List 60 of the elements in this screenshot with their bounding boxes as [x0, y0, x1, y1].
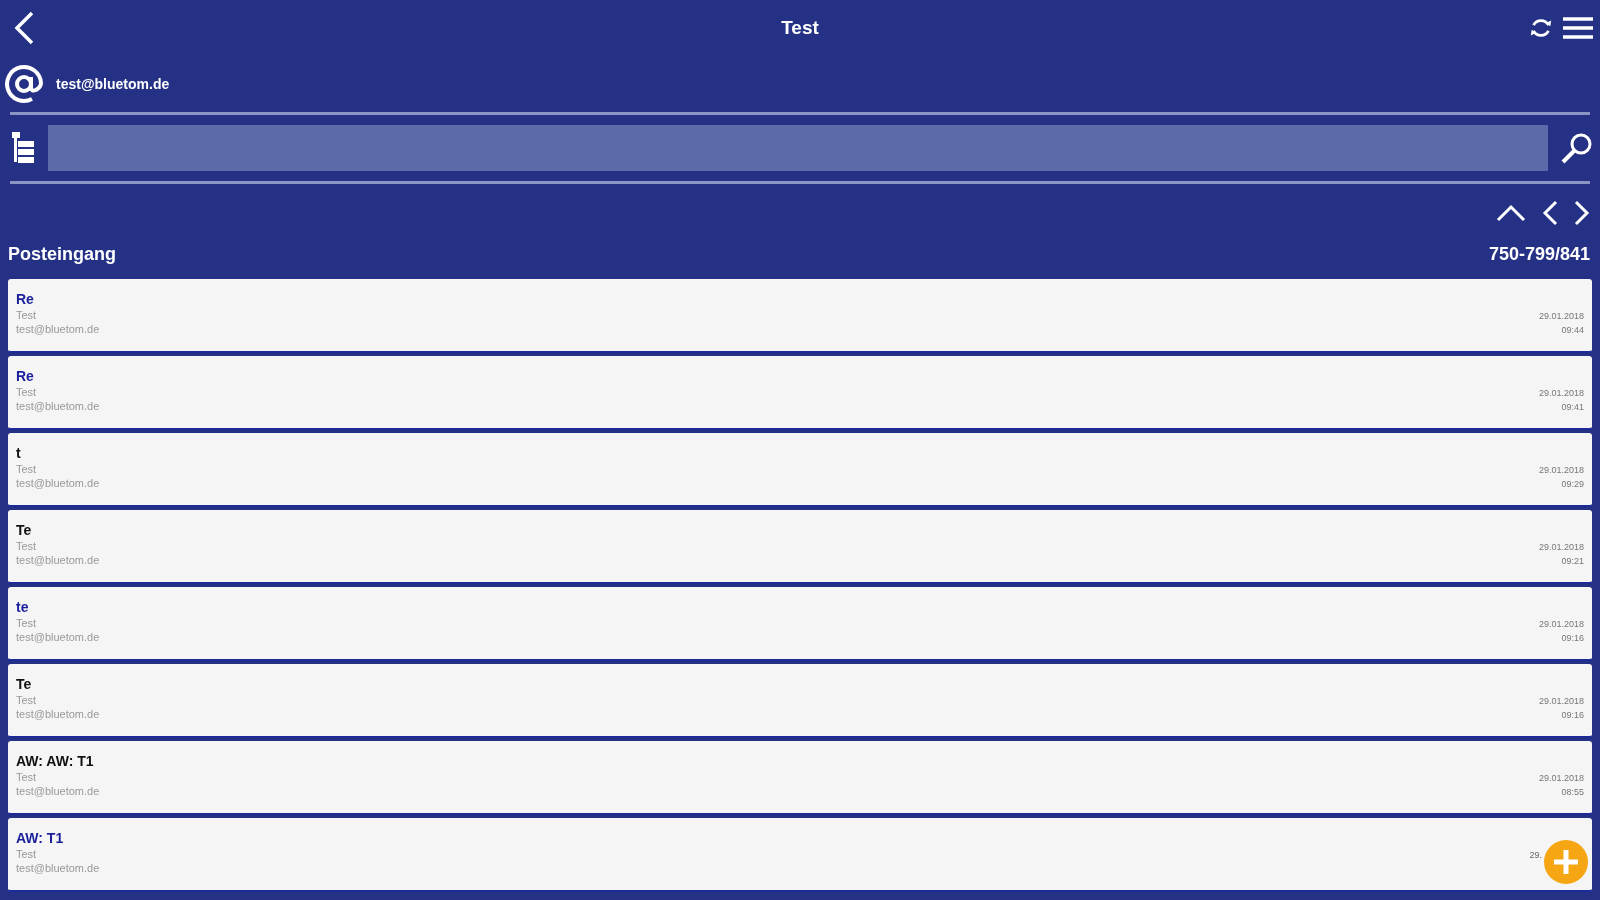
message-row[interactable]: t Test test@bluetom.de 29.01.2018 09:29: [8, 433, 1592, 507]
chevron-up-icon[interactable]: [1496, 204, 1526, 222]
message-time: 09:16: [1561, 710, 1584, 720]
message-email: test@bluetom.de: [16, 708, 100, 720]
message-date: 29.01.2018: [1538, 542, 1584, 552]
message-date: 29.01.2018: [1538, 619, 1584, 629]
at-sign-icon: [4, 64, 44, 104]
search-field[interactable]: [48, 125, 1548, 171]
message-time: 09:21: [1561, 556, 1584, 566]
message-time: 08:55: [1561, 787, 1584, 797]
message-email: test@bluetom.de: [16, 862, 100, 874]
message-date: 29.: [1529, 850, 1542, 860]
message-time: 09:16: [1561, 633, 1584, 643]
chevron-right-icon[interactable]: [1574, 200, 1590, 226]
message-sender: Test: [16, 694, 38, 706]
message-subject: Re: [16, 291, 35, 307]
message-sender: Test: [16, 540, 38, 552]
chevron-left-icon[interactable]: [1542, 200, 1558, 226]
message-range: 750-799/841: [1488, 244, 1590, 265]
message-subject: AW: T1: [16, 830, 65, 846]
screen-title: Test: [781, 17, 819, 39]
message-row[interactable]: Te Test test@bluetom.de 29.01.2018 09:21: [8, 510, 1592, 584]
message-subject: t: [16, 445, 22, 461]
message-email: test@bluetom.de: [16, 554, 100, 566]
message-sender: Test: [16, 386, 38, 398]
message-sender: Test: [16, 771, 38, 783]
message-row[interactable]: te Test test@bluetom.de 29.01.2018 09:16: [8, 587, 1592, 661]
message-row[interactable]: AW: AW: T1 Test test@bluetom.de 29.01.2018 08:55: [8, 741, 1592, 815]
message-time: 09:41: [1561, 402, 1584, 412]
message-email: test@bluetom.de: [16, 631, 100, 643]
back-icon[interactable]: [12, 10, 36, 46]
message-date: 29.01.2018: [1538, 465, 1584, 475]
folder-name: Posteingang: [8, 244, 116, 265]
message-subject: Te: [16, 522, 33, 538]
message-subject: te: [16, 599, 30, 615]
message-email: test@bluetom.de: [16, 785, 100, 797]
folder-tree-icon[interactable]: [10, 131, 36, 165]
message-date: 29.01.2018: [1538, 696, 1584, 706]
message-sender: Test: [16, 848, 38, 860]
account-email: test@bluetom.de: [56, 76, 170, 92]
message-subject: Re: [16, 368, 35, 384]
message-email: test@bluetom.de: [16, 400, 100, 412]
message-sender: Test: [16, 463, 38, 475]
message-date: 29.01.2018: [1538, 388, 1584, 398]
message-subject: Te: [16, 676, 33, 692]
message-row[interactable]: AW: T1 Test test@bluetom.de 29.: [8, 818, 1592, 892]
message-date: 29.01.2018: [1538, 773, 1584, 783]
search-icon[interactable]: [1560, 131, 1594, 165]
message-sender: Test: [16, 309, 38, 321]
message-row[interactable]: Te Test test@bluetom.de 29.01.2018 09:16: [8, 664, 1592, 738]
message-subject: AW: AW: T1: [16, 753, 95, 769]
menu-icon[interactable]: [1562, 16, 1594, 40]
message-date: 29.01.2018: [1538, 311, 1584, 321]
message-sender: Test: [16, 617, 38, 629]
message-row[interactable]: Re Test test@bluetom.de 29.01.2018 09:44: [8, 279, 1592, 353]
message-row[interactable]: Re Test test@bluetom.de 29.01.2018 09:41: [8, 356, 1592, 430]
message-time: 09:29: [1561, 479, 1584, 489]
message-email: test@bluetom.de: [16, 477, 100, 489]
message-email: test@bluetom.de: [16, 323, 100, 335]
message-time: 09:44: [1561, 325, 1584, 335]
